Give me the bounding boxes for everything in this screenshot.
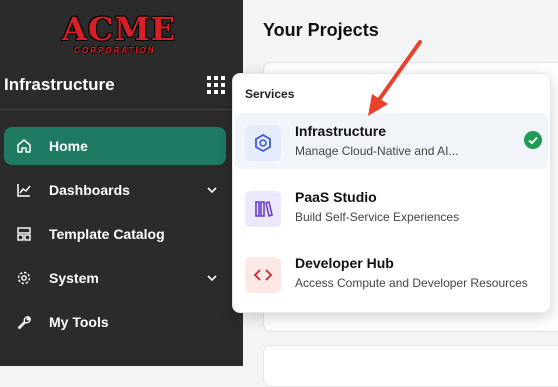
template-icon xyxy=(17,227,31,241)
service-description: Access Compute and Developer Resources xyxy=(295,276,528,290)
service-item-paas-studio[interactable]: PaaS Studio Build Self-Service Experienc… xyxy=(235,179,548,235)
chevron-down-icon xyxy=(207,275,217,282)
books-icon xyxy=(255,200,273,218)
sidebar-item-system[interactable]: System xyxy=(4,259,226,297)
service-description: Build Self-Service Experiences xyxy=(295,210,460,224)
home-icon xyxy=(17,139,31,153)
acme-logo[interactable]: ACME CORPORATION xyxy=(62,10,177,58)
service-name: Developer Hub xyxy=(295,255,394,271)
project-card[interactable] xyxy=(263,345,558,387)
chevron-down-icon xyxy=(207,187,217,194)
sidebar-item-label: My Tools xyxy=(49,314,109,330)
wrench-icon xyxy=(17,316,31,330)
sidebar-divider xyxy=(0,109,243,110)
chart-icon xyxy=(17,184,31,197)
gear-icon xyxy=(17,271,31,285)
services-menu: Services Infrastructure Manage Cloud-Nat… xyxy=(232,73,551,313)
sidebar-title: Infrastructure xyxy=(4,75,115,94)
service-description: Manage Cloud-Native and AI... xyxy=(295,144,459,158)
service-icon-box xyxy=(245,191,281,227)
sidebar-header: Infrastructure xyxy=(4,73,234,97)
app-switcher-button[interactable] xyxy=(207,76,225,94)
logo-text: ACME xyxy=(62,10,177,48)
hexagon-icon xyxy=(255,133,271,153)
sidebar: ACME CORPORATION Infrastructure Home Das… xyxy=(0,0,243,366)
sidebar-item-label: Dashboards xyxy=(49,182,130,198)
service-name: PaaS Studio xyxy=(295,189,377,205)
sidebar-item-template-catalog[interactable]: Template Catalog xyxy=(4,215,226,253)
service-icon-box xyxy=(245,125,281,161)
sidebar-item-label: Template Catalog xyxy=(49,226,165,242)
service-icon-box xyxy=(245,257,281,293)
sidebar-item-label: System xyxy=(49,270,99,286)
service-item-infrastructure[interactable]: Infrastructure Manage Cloud-Native and A… xyxy=(235,113,548,169)
service-item-developer-hub[interactable]: Developer Hub Access Compute and Develop… xyxy=(235,245,548,301)
service-name: Infrastructure xyxy=(295,123,387,139)
page-title: Your Projects xyxy=(263,20,379,40)
services-menu-header: Services xyxy=(245,87,295,101)
sidebar-item-home[interactable]: Home xyxy=(4,127,226,165)
sidebar-item-label: Home xyxy=(49,138,88,154)
logo-subtext: CORPORATION xyxy=(74,46,156,55)
code-icon xyxy=(253,269,273,281)
sidebar-item-dashboards[interactable]: Dashboards xyxy=(4,171,226,209)
sidebar-item-my-tools[interactable]: My Tools xyxy=(4,303,226,341)
check-icon xyxy=(524,131,542,149)
